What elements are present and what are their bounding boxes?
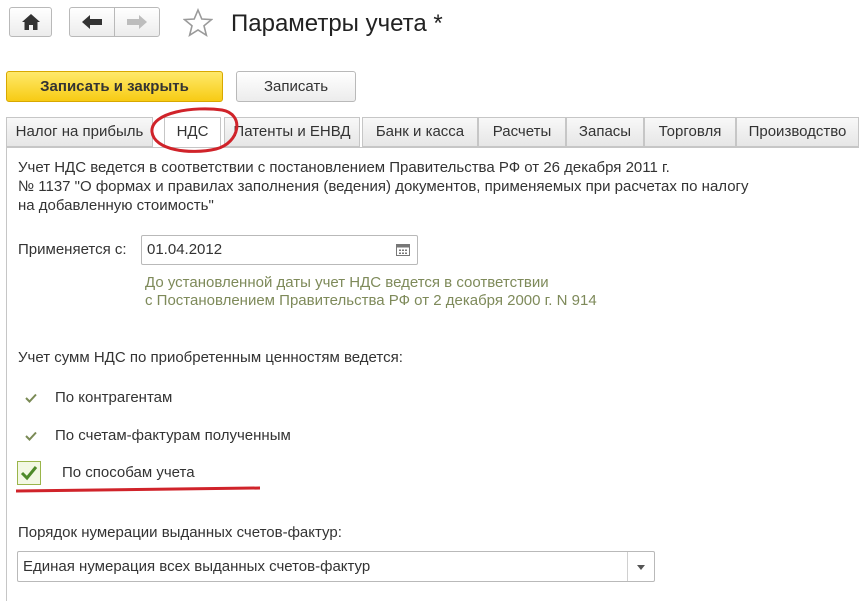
invoice-numbering-value: Единая нумерация всех выданных счетов-фа… xyxy=(23,558,371,575)
date-hint-line-2: с Постановлением Правительства РФ от 2 д… xyxy=(145,292,597,309)
by-invoices-label: По счетам-фактурам полученным xyxy=(55,427,291,444)
applies-from-date-field[interactable]: 01.04.2012 xyxy=(141,235,418,265)
check-icon xyxy=(25,393,37,403)
dropdown-button[interactable] xyxy=(627,552,654,581)
home-button[interactable] xyxy=(9,7,52,37)
arrow-left-icon xyxy=(82,15,102,29)
calendar-button[interactable] xyxy=(389,236,417,264)
vat-info-line-3: на добавленную стоимость" xyxy=(18,197,214,214)
invoice-numbering-label: Порядок нумерации выданных счетов-фактур… xyxy=(18,524,342,541)
save-button[interactable]: Записать xyxy=(236,71,356,102)
forward-button[interactable] xyxy=(114,7,160,37)
tab-bar: Налог на прибыль НДС Патенты и ЕНВД Банк… xyxy=(6,117,859,148)
chevron-down-icon xyxy=(637,565,645,570)
page-title: Параметры учета * xyxy=(231,10,443,37)
tab-divider xyxy=(6,147,859,148)
tab-bank-cash[interactable]: Банк и касса xyxy=(362,117,478,147)
arrow-right-icon xyxy=(127,15,147,29)
by-counterparties-label: По контрагентам xyxy=(55,389,173,406)
checkmark-icon xyxy=(20,466,38,481)
favorite-star-icon[interactable] xyxy=(183,8,213,38)
applies-from-date-value: 01.04.2012 xyxy=(147,241,223,258)
applies-from-label: Применяется с: xyxy=(18,241,127,258)
tab-trade[interactable]: Торговля xyxy=(644,117,736,147)
tab-patents-envd[interactable]: Патенты и ЕНВД xyxy=(224,117,360,147)
tab-income-tax[interactable]: Налог на прибыль xyxy=(6,117,153,147)
save-and-close-button[interactable]: Записать и закрыть xyxy=(6,71,223,102)
panel-border xyxy=(6,147,7,601)
check-icon xyxy=(25,431,37,441)
tab-production[interactable]: Производство xyxy=(736,117,859,147)
tab-vat[interactable]: НДС xyxy=(164,117,221,148)
by-accounting-methods-label[interactable]: По способам учета xyxy=(62,464,195,481)
vat-info-line-2: № 1137 "О формах и правилах заполнения (… xyxy=(18,178,749,195)
invoice-numbering-select[interactable]: Единая нумерация всех выданных счетов-фа… xyxy=(17,551,655,582)
home-icon xyxy=(22,14,40,30)
back-button[interactable] xyxy=(69,7,115,37)
vat-info-line-1: Учет НДС ведется в соответствии с постан… xyxy=(18,159,670,176)
accounting-heading: Учет сумм НДС по приобретенным ценностям… xyxy=(18,349,403,366)
date-hint-line-1: До установленной даты учет НДС ведется в… xyxy=(145,274,549,291)
calendar-icon xyxy=(396,244,410,256)
tab-inventory[interactable]: Запасы xyxy=(566,117,644,147)
by-accounting-methods-checkbox[interactable] xyxy=(17,461,41,485)
tab-settlements[interactable]: Расчеты xyxy=(478,117,566,147)
